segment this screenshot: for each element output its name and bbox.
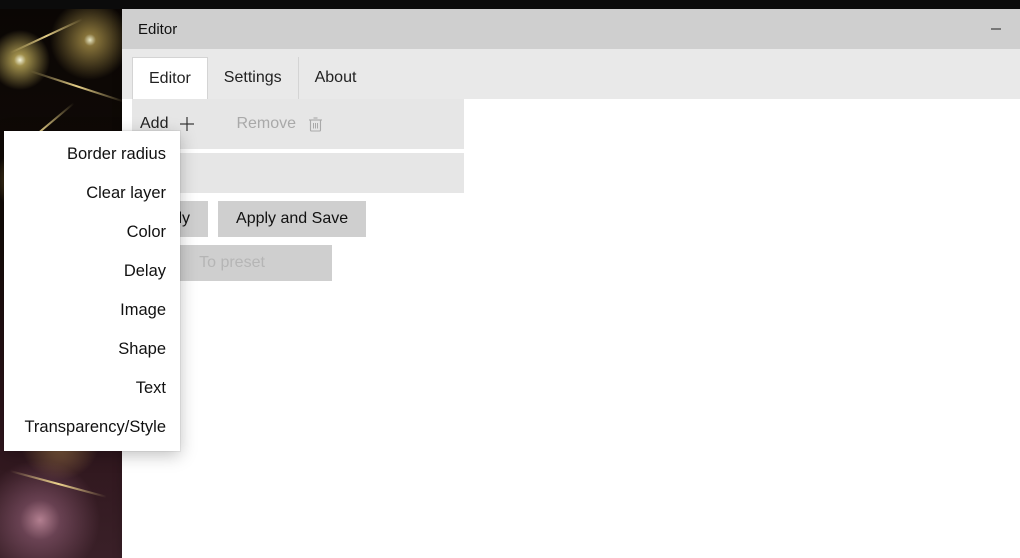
to-preset-label: To preset xyxy=(199,254,265,271)
action-row-1: Apply Apply and Save xyxy=(132,201,464,237)
tab-editor-label: Editor xyxy=(149,70,191,88)
remove-label: Remove xyxy=(236,115,296,133)
menu-item-label: Transparency/Style xyxy=(24,418,166,437)
tab-editor[interactable]: Editor xyxy=(132,57,208,100)
menu-item-label: Text xyxy=(136,379,166,398)
menu-item-label: Shape xyxy=(118,340,166,359)
tab-about-label: About xyxy=(315,69,357,87)
menu-item-transparency-style[interactable]: Transparency/Style xyxy=(4,408,180,447)
plus-icon xyxy=(178,115,196,133)
trash-icon xyxy=(306,115,324,133)
menu-item-label: Border radius xyxy=(67,145,166,164)
panel-toolbar: Add Remove xyxy=(132,99,464,149)
menu-item-label: Color xyxy=(127,223,166,242)
apply-save-label: Apply and Save xyxy=(236,210,348,227)
menu-item-clear-layer[interactable]: Clear layer xyxy=(4,174,180,213)
editor-panel: Add Remove Apply Apply and Save To prese… xyxy=(132,99,464,281)
top-dark-strip xyxy=(0,0,1020,9)
tab-settings[interactable]: Settings xyxy=(208,57,299,99)
menu-item-delay[interactable]: Delay xyxy=(4,252,180,291)
action-row-2: To preset xyxy=(132,245,464,281)
menu-item-label: Clear layer xyxy=(86,184,166,203)
window-controls xyxy=(972,9,1020,49)
tab-about[interactable]: About xyxy=(299,57,373,99)
tab-settings-label: Settings xyxy=(224,69,282,87)
editor-window: Editor Editor Settings About Add Remove xyxy=(122,9,1020,558)
menu-item-text[interactable]: Text xyxy=(4,369,180,408)
layer-list[interactable] xyxy=(132,153,464,193)
tab-strip-bg: Editor Settings About xyxy=(122,49,1020,99)
menu-item-label: Delay xyxy=(124,262,166,281)
menu-item-shape[interactable]: Shape xyxy=(4,330,180,369)
minimize-button[interactable] xyxy=(972,9,1020,49)
remove-button[interactable]: Remove xyxy=(236,115,324,133)
menu-item-image[interactable]: Image xyxy=(4,291,180,330)
menu-item-border-radius[interactable]: Border radius xyxy=(4,135,180,174)
window-title: Editor xyxy=(138,21,177,38)
menu-item-label: Image xyxy=(120,301,166,320)
apply-save-button[interactable]: Apply and Save xyxy=(218,201,366,237)
minimize-icon xyxy=(990,23,1002,35)
add-dropdown-menu: Border radius Clear layer Color Delay Im… xyxy=(4,131,180,451)
titlebar[interactable]: Editor xyxy=(122,9,1020,49)
menu-item-color[interactable]: Color xyxy=(4,213,180,252)
tab-strip: Editor Settings About xyxy=(132,57,372,99)
